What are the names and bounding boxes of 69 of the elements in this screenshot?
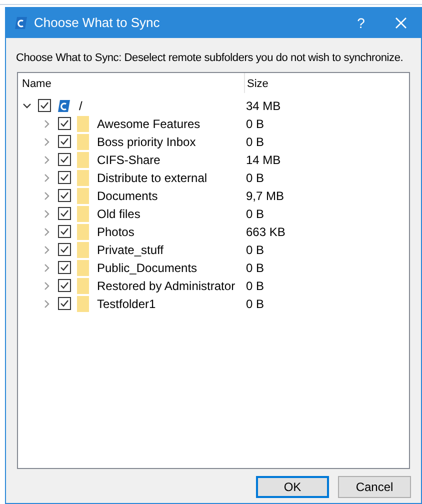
folder-icon xyxy=(77,170,89,186)
folder-size: 0 B xyxy=(245,170,264,186)
chevron-right-icon[interactable] xyxy=(42,136,52,146)
chevron-right-icon[interactable] xyxy=(42,298,52,308)
checkbox[interactable] xyxy=(58,117,71,130)
folder-size: 0 B xyxy=(245,116,264,132)
checkbox[interactable] xyxy=(58,189,71,202)
folder-size: 0 B xyxy=(245,242,264,258)
folder-size: 0 B xyxy=(245,296,264,312)
folder-icon xyxy=(77,152,89,168)
window-title: Choose What to Sync xyxy=(34,14,160,32)
folder-icon xyxy=(77,116,89,132)
folder-icon xyxy=(77,260,89,276)
checkbox[interactable] xyxy=(58,207,71,220)
folder-name: / xyxy=(79,98,82,114)
folder-size: 34 MB xyxy=(245,98,281,114)
chevron-right-icon[interactable] xyxy=(42,280,52,290)
instruction-text: Choose What to Sync: Deselect remote subfolders you do not wish to synchronize. xyxy=(16,51,404,66)
checkbox[interactable] xyxy=(58,153,71,166)
close-icon[interactable] xyxy=(395,17,407,29)
folder-icon xyxy=(77,296,89,312)
folder-name: Boss priority Inbox xyxy=(97,134,196,150)
column-header[interactable]: Size xyxy=(245,76,268,92)
folder-icon xyxy=(77,134,89,150)
ok-button[interactable]: OK xyxy=(256,476,329,498)
folder-size: 0 B xyxy=(245,134,264,150)
checkbox[interactable] xyxy=(38,99,51,112)
folder-size: 0 B xyxy=(245,206,264,222)
chevron-right-icon[interactable] xyxy=(42,226,52,236)
folder-name: Public_Documents xyxy=(97,260,198,276)
checkbox[interactable] xyxy=(58,261,71,274)
folder-icon xyxy=(77,188,89,204)
folder-name: Restored by Administrator xyxy=(97,278,236,294)
folder-size: 663 KB xyxy=(245,224,286,240)
folder-size: 0 B xyxy=(245,278,264,294)
folder-name: Testfolder1 xyxy=(97,296,156,312)
column-header[interactable]: Name xyxy=(18,76,244,92)
folder-name: CIFS-Share xyxy=(97,152,160,168)
folder-size: 14 MB xyxy=(245,152,281,168)
chevron-right-icon[interactable] xyxy=(42,190,52,200)
folder-icon xyxy=(77,242,89,258)
folder-name: Documents xyxy=(97,188,158,204)
checkbox[interactable] xyxy=(58,171,71,184)
folder-icon xyxy=(77,278,89,294)
help-button[interactable]: ? xyxy=(341,12,381,34)
checkbox[interactable] xyxy=(58,225,71,238)
folder-icon xyxy=(77,224,89,240)
chevron-right-icon[interactable] xyxy=(42,118,52,128)
folder-size: 0 B xyxy=(245,260,264,276)
folder-name: Private_stuff xyxy=(97,242,164,258)
chevron-right-icon[interactable] xyxy=(42,172,52,182)
folder-name: Awesome Features xyxy=(97,116,200,132)
chevron-right-icon[interactable] xyxy=(42,208,52,218)
chevron-right-icon[interactable] xyxy=(42,154,52,164)
folder-size: 9,7 MB xyxy=(245,188,284,204)
folder-name: Distribute to external xyxy=(97,170,208,186)
app-logo-icon xyxy=(57,98,71,112)
chevron-right-icon[interactable] xyxy=(42,244,52,254)
checkbox[interactable] xyxy=(58,243,71,256)
cancel-button[interactable]: Cancel xyxy=(338,476,411,498)
checkbox[interactable] xyxy=(58,297,71,310)
checkbox[interactable] xyxy=(58,135,71,148)
app-logo-icon xyxy=(14,16,28,30)
folder-name: Photos xyxy=(97,224,134,240)
folder-icon xyxy=(77,206,89,222)
checkbox[interactable] xyxy=(58,279,71,292)
folder-name: Old files xyxy=(97,206,140,222)
chevron-down-icon[interactable] xyxy=(22,100,32,110)
chevron-right-icon[interactable] xyxy=(42,262,52,272)
